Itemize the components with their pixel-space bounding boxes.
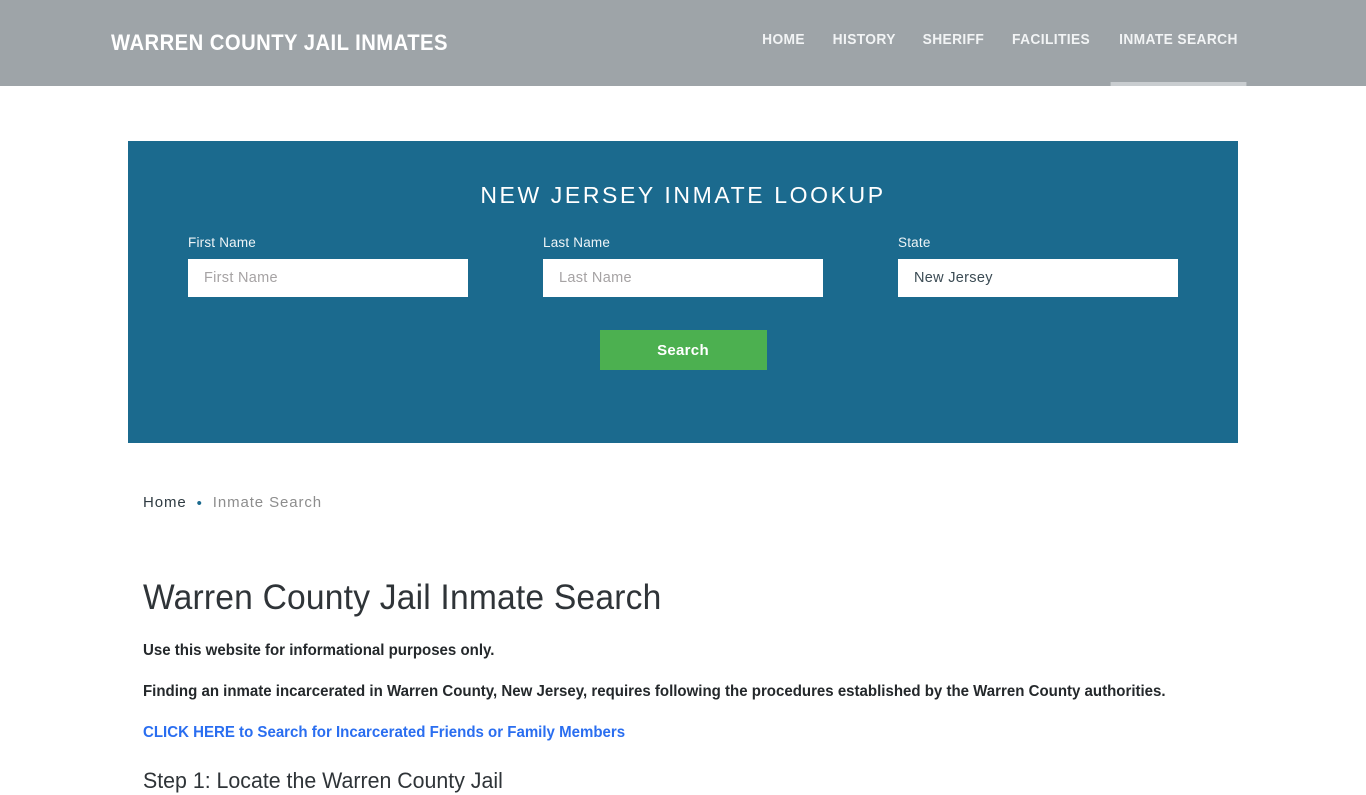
step-1-heading: Step 1: Locate the Warren County Jail bbox=[143, 768, 503, 793]
search-button[interactable]: Search bbox=[599, 330, 767, 370]
main-navigation: HOME HISTORY SHERIFF FACILITIES INMATE S… bbox=[749, 0, 1253, 86]
state-field-group: State bbox=[898, 235, 1178, 297]
nav-item-sheriff[interactable]: SHERIFF bbox=[911, 0, 995, 86]
nav-item-inmate-search[interactable]: INMATE SEARCH bbox=[1108, 0, 1250, 86]
intro-paragraph-1: Use this website for informational purpo… bbox=[143, 642, 495, 659]
breadcrumb-separator-dot-icon: • bbox=[196, 494, 203, 512]
first-name-input[interactable] bbox=[188, 259, 468, 297]
breadcrumb-current-page: Inmate Search bbox=[212, 494, 323, 511]
nav-item-home[interactable]: HOME bbox=[751, 0, 817, 86]
main-content: Home • Inmate Search Warren County Jail … bbox=[143, 490, 1243, 795]
state-input[interactable] bbox=[898, 259, 1178, 297]
first-name-label: First Name bbox=[188, 235, 257, 250]
state-label: State bbox=[898, 235, 931, 250]
lookup-fields-row: First Name Last Name State bbox=[128, 235, 1238, 305]
inmate-search-cta-link[interactable]: CLICK HERE to Search for Incarcerated Fr… bbox=[143, 703, 625, 744]
lookup-panel-title: NEW JERSEY INMATE LOOKUP bbox=[480, 182, 886, 208]
first-name-field-group: First Name bbox=[188, 235, 468, 297]
page-title: Warren County Jail Inmate Search bbox=[143, 578, 662, 617]
search-button-container: Search bbox=[128, 330, 1238, 370]
last-name-label: Last Name bbox=[543, 235, 611, 250]
inmate-lookup-panel: NEW JERSEY INMATE LOOKUP First Name Last… bbox=[128, 141, 1238, 443]
last-name-input[interactable] bbox=[543, 259, 823, 297]
site-brand-title[interactable]: WARREN COUNTY JAIL INMATES bbox=[111, 30, 448, 56]
site-header: WARREN COUNTY JAIL INMATES HOME HISTORY … bbox=[0, 0, 1366, 86]
breadcrumb-home-link[interactable]: Home bbox=[143, 493, 187, 513]
last-name-field-group: Last Name bbox=[543, 235, 823, 297]
intro-paragraph-2: Finding an inmate incarcerated in Warren… bbox=[143, 683, 1166, 700]
nav-item-history[interactable]: HISTORY bbox=[821, 0, 907, 86]
nav-item-facilities[interactable]: FACILITIES bbox=[1001, 0, 1102, 86]
breadcrumb: Home • Inmate Search bbox=[143, 490, 1243, 516]
